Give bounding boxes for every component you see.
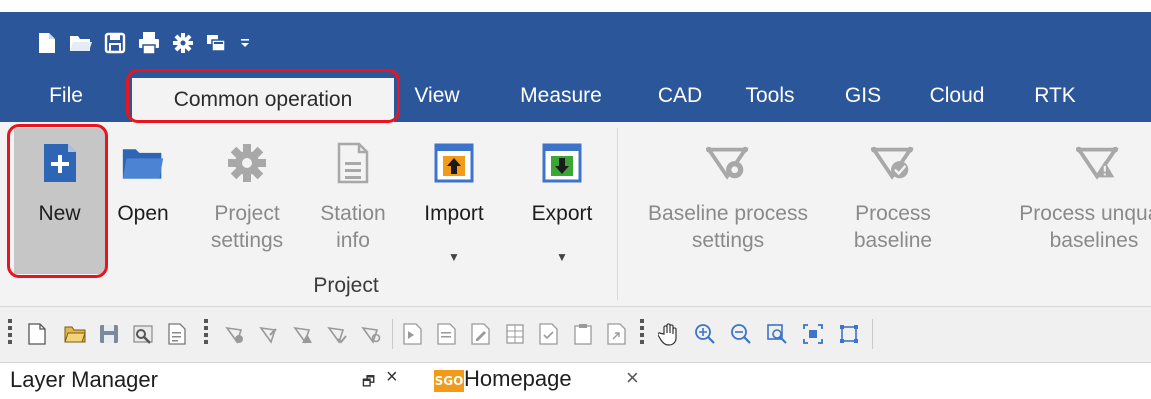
new-project-icon [38, 142, 82, 184]
tab-view[interactable]: View [404, 70, 470, 122]
ribbon-panel: New Open Project settings Station info I… [0, 122, 1151, 307]
export-label: Export [531, 202, 593, 225]
station-info-label: Station info [320, 202, 386, 252]
baseline-process-settings-button[interactable]: Baseline process settings [628, 122, 828, 272]
tab-rtk[interactable]: RTK [1030, 70, 1080, 122]
settings-gear-icon[interactable] [166, 26, 200, 60]
import-label: Import [424, 202, 484, 225]
import-icon [432, 142, 476, 184]
network-warning-icon[interactable] [290, 321, 316, 347]
zoom-window-icon[interactable] [764, 321, 790, 347]
network-edit-icon[interactable] [256, 321, 282, 347]
tab-tools[interactable]: Tools [736, 70, 804, 122]
station-info-button[interactable]: Station info [306, 122, 400, 272]
report-output-icon[interactable] [604, 321, 630, 347]
gear-icon [225, 142, 269, 184]
network-icon[interactable] [222, 321, 248, 347]
print-icon[interactable] [132, 26, 166, 60]
tools-settings-icon[interactable] [130, 321, 156, 347]
tab-measure[interactable]: Measure [504, 70, 618, 122]
pan-hand-icon[interactable] [656, 321, 682, 347]
save-icon[interactable] [98, 26, 132, 60]
float-window-icon[interactable]: 🗗 [362, 371, 375, 395]
process-unqualified-baselines-label: Process unquali baselines [1019, 202, 1151, 252]
clipboard-icon[interactable] [570, 321, 596, 347]
toolbar-grip[interactable] [204, 319, 208, 351]
zoom-in-icon[interactable] [692, 321, 718, 347]
export-dropdown-caret[interactable]: ▼ [556, 244, 568, 271]
dock-panel-headers: Layer Manager 🗗 × SGO Homepage × [0, 363, 1151, 399]
baseline-settings-icon [706, 142, 750, 184]
tab-cloud[interactable]: Cloud [922, 70, 992, 122]
export-button[interactable]: Export ▼ [516, 122, 608, 272]
network-check-icon[interactable] [324, 321, 350, 347]
open-folder-icon[interactable] [64, 26, 98, 60]
project-group-label: Project [313, 274, 379, 297]
open-folder-icon [121, 142, 165, 184]
customize-dropdown-icon[interactable] [234, 26, 256, 60]
ribbon-tab-bar: File Common operation View Measure CAD T… [0, 70, 1151, 122]
report-list-icon[interactable] [434, 321, 460, 347]
report-icon[interactable] [164, 321, 190, 347]
toolbar-grip[interactable] [8, 319, 12, 351]
import-button[interactable]: Import ▼ [404, 122, 504, 272]
open-button-label: Open [117, 202, 169, 225]
homepage-tab[interactable]: SGO Homepage × [418, 363, 674, 399]
process-unqualified-icon [1076, 142, 1120, 184]
new-button-label: New [38, 202, 81, 225]
open-folder-icon[interactable] [62, 321, 88, 347]
report-check-icon[interactable] [536, 321, 562, 347]
zoom-out-icon[interactable] [728, 321, 754, 347]
network-loop-icon[interactable] [358, 321, 384, 347]
top-strip [0, 0, 1151, 12]
quick-access-bar [0, 12, 1151, 70]
close-icon[interactable]: × [386, 366, 398, 389]
save-icon[interactable] [96, 321, 122, 347]
tab-cad[interactable]: CAD [654, 70, 706, 122]
project-settings-button[interactable]: Project settings [196, 122, 298, 272]
baseline-process-settings-label: Baseline process settings [648, 202, 808, 252]
open-button[interactable]: Open [106, 122, 180, 272]
process-baseline-icon [871, 142, 915, 184]
table-icon[interactable] [502, 321, 528, 347]
tab-common-operation[interactable]: Common operation [132, 78, 394, 122]
process-unqualified-baselines-button[interactable]: Process unquali baselines [958, 122, 1151, 272]
document-icon [331, 142, 375, 184]
tab-file[interactable]: File [40, 70, 92, 122]
new-file-icon[interactable] [30, 26, 64, 60]
tab-gis[interactable]: GIS [840, 70, 886, 122]
toolbar-separator [392, 319, 393, 349]
window-switch-icon[interactable] [200, 26, 234, 60]
process-baseline-label: Process baseline [853, 202, 933, 252]
export-icon [540, 142, 584, 184]
close-tab-icon[interactable]: × [626, 365, 639, 391]
layer-manager-title: Layer Manager [10, 367, 158, 392]
report-export-icon[interactable] [400, 321, 426, 347]
toolbar-grip[interactable] [640, 319, 644, 351]
group-separator [617, 128, 618, 300]
new-file-icon[interactable] [24, 321, 50, 347]
sgo-logo: SGO [434, 370, 464, 392]
main-toolbar [0, 307, 1151, 363]
project-settings-label: Project settings [210, 202, 284, 252]
homepage-tab-title: Homepage [464, 366, 572, 391]
toolbar-separator [872, 319, 873, 349]
new-button[interactable]: New [14, 122, 105, 272]
process-baseline-button[interactable]: Process baseline [838, 122, 948, 272]
report-edit-icon[interactable] [468, 321, 494, 347]
zoom-center-icon[interactable] [800, 321, 826, 347]
import-dropdown-caret[interactable]: ▼ [448, 244, 460, 271]
zoom-extents-icon[interactable] [836, 321, 862, 347]
